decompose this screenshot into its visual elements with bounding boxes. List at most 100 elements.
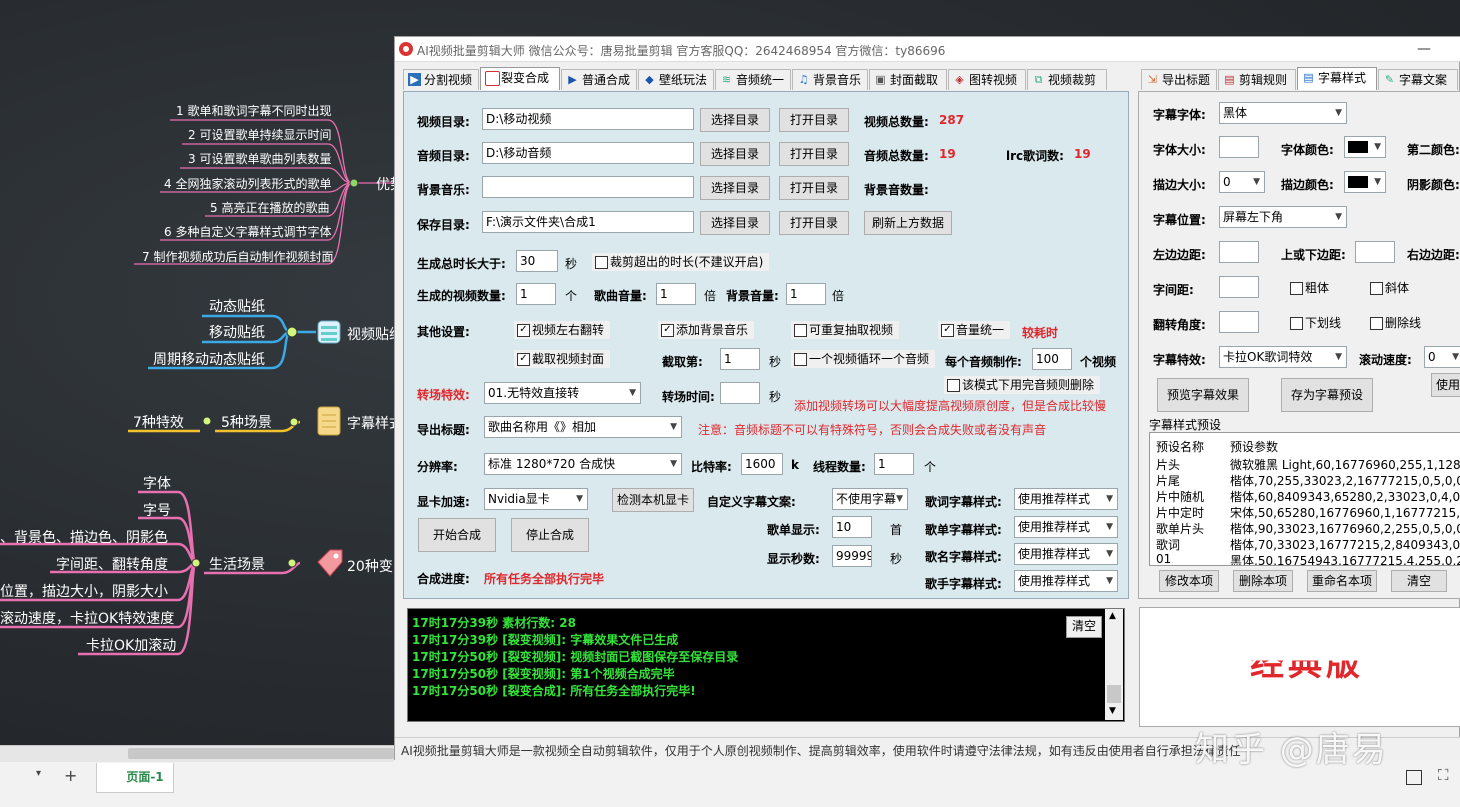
stop-compose-button[interactable]: 停止合成: [511, 518, 589, 552]
per-audio-input[interactable]: 100: [1032, 348, 1072, 370]
audio-open-dir-button[interactable]: 打开目录: [779, 142, 849, 166]
audio-unify-checkbox[interactable]: ✓ 音量统一: [938, 321, 1011, 339]
delete-used-audio-checkbox[interactable]: 该模式下用完音频则删除: [944, 376, 1101, 394]
singer-style-select[interactable]: 使用推荐样式 ▼: [1014, 570, 1118, 592]
position-select[interactable]: 屏幕左下角 ▼: [1219, 206, 1347, 228]
progress-value: 所有任务全部执行完毕: [484, 572, 605, 586]
preset-row[interactable]: 片尾 楷体,70,255,33023,2,16777215,0,5,0,0,5,: [1156, 472, 1460, 489]
song-volume-input[interactable]: 1: [656, 283, 696, 305]
rotate-input[interactable]: [1219, 311, 1259, 333]
font-color-select[interactable]: ▼: [1344, 136, 1386, 158]
italic-checkbox[interactable]: 斜体: [1367, 279, 1416, 297]
clear-log-button[interactable]: 清空: [1066, 616, 1102, 638]
tab-export-title[interactable]: ⇲ 导出标题: [1141, 69, 1217, 90]
preset-row[interactable]: 歌单片头 楷体,90,33023,16776960,2,255,0,5,0,0,8: [1156, 520, 1460, 537]
tab-edit-rules[interactable]: ▤ 剪辑规则: [1218, 69, 1296, 90]
stroke-size-select[interactable]: 0 ▼: [1219, 171, 1265, 193]
delete-preset-button[interactable]: 删除本项: [1233, 570, 1293, 592]
scroll-speed-select[interactable]: 0 ▼: [1424, 346, 1460, 368]
restore-icon[interactable]: [1406, 770, 1422, 785]
spacing-input[interactable]: [1219, 276, 1259, 298]
save-choose-dir-button[interactable]: 选择目录: [700, 211, 770, 235]
detect-gpu-button[interactable]: 检测本机显卡: [612, 488, 694, 512]
tab-image-to-video[interactable]: ◈ 图转视频: [948, 69, 1026, 90]
video-dir-input[interactable]: D:\移动视频: [482, 108, 694, 130]
songlist-style-select[interactable]: 使用推荐样式 ▼: [1014, 516, 1118, 538]
tab-video-crop[interactable]: ⧉ 视频裁剪: [1027, 69, 1107, 90]
left-margin-input[interactable]: [1219, 241, 1259, 263]
log-line: 17时17分50秒 [裂变视频]: 视频封面已截图保存至保存目录: [412, 650, 739, 664]
lyric-style-select[interactable]: 使用推荐样式 ▼: [1014, 488, 1118, 510]
preset-row[interactable]: 片中随机 楷体,60,8409343,65280,2,33023,0,4,0,0,: [1156, 488, 1460, 505]
preset-row[interactable]: 歌词楷体,70,33023,16777215,2,8409343,0,2,0,: [1156, 536, 1460, 553]
strike-checkbox[interactable]: 删除线: [1367, 314, 1428, 332]
fullscreen-icon[interactable]: ⛶: [1438, 766, 1449, 784]
chevron-down-icon: ▼: [1335, 352, 1342, 362]
vert-margin-input[interactable]: [1355, 241, 1395, 263]
tab-subtitle-style[interactable]: ▤ 字幕样式: [1297, 67, 1377, 90]
save-open-dir-button[interactable]: 打开目录: [779, 211, 849, 235]
bg-volume-input[interactable]: 1: [786, 283, 826, 305]
preset-row[interactable]: 片头 微软雅黑 Light,60,16776960,255,1,128,1: [1156, 456, 1460, 473]
save-preset-button[interactable]: 存为字幕预设: [1281, 378, 1373, 412]
bold-checkbox[interactable]: 粗体: [1287, 279, 1336, 297]
tab-audio-unify[interactable]: ≋ 音频统一: [715, 69, 791, 90]
custom-subtitle-select[interactable]: 不使用字幕 ▼: [832, 488, 908, 510]
save-dir-input[interactable]: F:\演示文件夹\合成1: [482, 211, 694, 233]
bitrate-input[interactable]: 1600: [741, 453, 783, 475]
underline-checkbox[interactable]: 下划线: [1287, 314, 1348, 332]
audio-choose-dir-button[interactable]: 选择目录: [700, 142, 770, 166]
refresh-data-button[interactable]: 刷新上方数据: [864, 211, 952, 235]
tab-fission-compose[interactable]: 裂变合成: [480, 67, 560, 90]
tab-subtitle-text[interactable]: ✎ 字幕文案: [1378, 69, 1458, 90]
gpu-select[interactable]: Nvidia显卡 ▼: [484, 488, 588, 510]
video-open-dir-button[interactable]: 打开目录: [779, 108, 849, 132]
effect-select[interactable]: 卡拉OK歌词特效 ▼: [1219, 346, 1347, 368]
bgm-open-dir-button[interactable]: 打开目录: [779, 176, 849, 200]
clear-preset-button[interactable]: 清空: [1391, 570, 1447, 592]
audio-dir-input[interactable]: D:\移动音频: [482, 142, 694, 164]
preview-subtitle-button[interactable]: 预览字幕效果: [1157, 378, 1249, 412]
tab-split-video[interactable]: ▶ 分割视频: [403, 69, 479, 90]
video-choose-dir-button[interactable]: 选择目录: [700, 108, 770, 132]
capture-at-input[interactable]: 1: [720, 348, 760, 370]
crop-over-checkbox[interactable]: 裁剪超出的时长(不建议开启): [592, 253, 770, 271]
flip-checkbox[interactable]: ✓ 视频左右翻转: [514, 321, 611, 339]
resolution-select[interactable]: 标准 1280*720 合成快 ▼: [484, 453, 682, 475]
sheet-tab-page1[interactable]: 页面-1: [96, 763, 174, 793]
stroke-color-select[interactable]: ▼: [1344, 171, 1386, 193]
show-sec-input[interactable]: 99999: [832, 545, 872, 567]
duration-input[interactable]: 30: [516, 250, 558, 272]
edit-preset-button[interactable]: 修改本项: [1159, 570, 1219, 592]
bgm-dir-input[interactable]: [482, 176, 694, 198]
use-button[interactable]: 使用: [1431, 373, 1460, 397]
add-bgm-checkbox[interactable]: ✓ 添加背景音乐: [658, 321, 755, 339]
log-scrollbar[interactable]: ▲ ▼: [1105, 609, 1123, 720]
songlist-show-input[interactable]: 10: [832, 516, 872, 538]
rename-preset-button[interactable]: 重命名本项: [1307, 570, 1377, 592]
tab-bgm[interactable]: ♫ 背景音乐: [792, 69, 868, 90]
songname-style-select[interactable]: 使用推荐样式 ▼: [1014, 543, 1118, 565]
sheet-menu-chevron-icon[interactable]: ▾: [36, 768, 41, 779]
transition-time-input[interactable]: [720, 382, 760, 404]
font-select[interactable]: 黑体 ▼: [1219, 102, 1347, 124]
minimize-button[interactable]: —: [1417, 41, 1431, 57]
font-size-input[interactable]: [1219, 136, 1259, 158]
repeat-video-checkbox[interactable]: 可重复抽取视频: [791, 321, 900, 339]
preset-row[interactable]: 片中定时 宋体,50,65280,16776960,1,16777215,0,6,: [1156, 504, 1460, 521]
transition-select[interactable]: 01.无特效直接转 ▼: [484, 382, 641, 404]
save-dir-label: 保存目录:: [417, 218, 470, 232]
add-sheet-button[interactable]: +: [64, 766, 77, 785]
capture-cover-checkbox[interactable]: ✓ 截取视频封面: [514, 350, 611, 368]
horizontal-scrollbar[interactable]: [0, 746, 394, 762]
bgm-choose-dir-button[interactable]: 选择目录: [700, 176, 770, 200]
tab-normal-compose[interactable]: ▶ 普通合成: [561, 69, 637, 90]
start-compose-button[interactable]: 开始合成: [418, 518, 496, 552]
loop-one-checkbox[interactable]: 一个视频循环一个音频: [791, 350, 936, 368]
threads-input[interactable]: 1: [874, 453, 914, 475]
preset-row[interactable]: 01 黑体,50,16754943,16777215,4,255,0,2,0,: [1156, 552, 1460, 565]
tab-cover-capture[interactable]: ▣ 封面截取: [869, 69, 947, 90]
export-title-select[interactable]: 歌曲名称用《》相加 ▼: [484, 416, 682, 438]
tab-wallpaper[interactable]: ◆ 壁纸玩法: [638, 69, 714, 90]
count-input[interactable]: 1: [516, 283, 556, 305]
